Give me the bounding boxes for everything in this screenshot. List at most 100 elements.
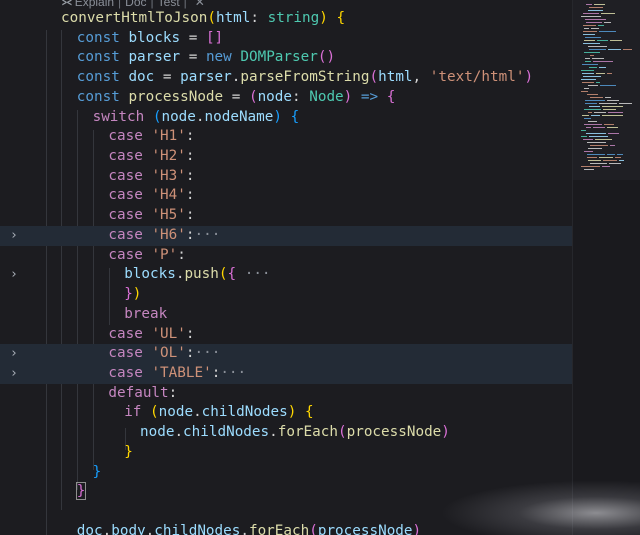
- folded-ellipsis[interactable]: ···: [236, 266, 271, 282]
- code-line[interactable]: case 'P':: [0, 246, 572, 266]
- minimap-line: [585, 100, 605, 101]
- folded-ellipsis[interactable]: ···: [194, 345, 220, 361]
- code-token: {: [227, 266, 237, 283]
- code-token: =: [154, 69, 181, 86]
- code-line[interactable]: › case 'TABLE':···: [0, 363, 572, 384]
- fold-chevron-icon[interactable]: ›: [10, 226, 22, 246]
- code-token: ): [319, 10, 328, 26]
- minimap-line: [619, 103, 632, 104]
- code-area[interactable]: convertHtmlToJson(html: string) {const b…: [0, 0, 572, 535]
- code-line[interactable]: › case 'H6':···: [0, 225, 572, 246]
- minimap-line: [617, 154, 623, 155]
- code-text: case 'P':: [108, 246, 185, 266]
- code-text: case 'H2':: [108, 147, 194, 167]
- minimap-line: [587, 142, 606, 143]
- minimap-line: [583, 43, 600, 44]
- minimap[interactable]: [572, 0, 640, 535]
- minimap-line: [582, 73, 594, 74]
- code-token: processNode: [128, 88, 224, 105]
- code-line[interactable]: case 'H4':: [0, 186, 572, 206]
- code-token: :: [292, 88, 310, 105]
- code-line[interactable]: case 'H2':: [0, 147, 572, 167]
- code-token: forEach: [277, 424, 338, 441]
- minimap-line: [605, 97, 611, 98]
- code-token: html: [215, 10, 251, 26]
- minimap-line: [581, 91, 588, 92]
- code-line[interactable]: case 'H3':: [0, 167, 572, 187]
- code-token: 'UL': [151, 325, 186, 342]
- minimap-line: [584, 124, 602, 125]
- minimap-line: [595, 139, 612, 140]
- code-line[interactable]: }: [0, 463, 572, 483]
- minimap-line: [590, 163, 607, 164]
- code-token: 'text/html': [429, 69, 525, 86]
- code-line[interactable]: break: [0, 305, 572, 325]
- code-line[interactable]: }): [0, 285, 572, 305]
- codelens-doc-link[interactable]: Doc: [125, 0, 146, 9]
- minimap-line: [599, 31, 616, 32]
- code-line[interactable]: case 'UL':: [0, 325, 572, 345]
- code-text: default:: [108, 384, 177, 404]
- code-line[interactable]: doc.body.childNodes.forEach(processNode): [0, 522, 572, 535]
- minimap-line: [587, 157, 597, 158]
- code-line[interactable]: }: [0, 482, 572, 502]
- fold-chevron-icon[interactable]: ›: [10, 265, 22, 285]
- code-line[interactable]: › blocks.push({ ···: [0, 265, 572, 285]
- fold-chevron-icon[interactable]: ›: [10, 364, 22, 384]
- code-token: =: [180, 49, 206, 66]
- code-token: .: [193, 404, 202, 421]
- minimap-line: [590, 55, 594, 56]
- minimap-line: [585, 19, 606, 20]
- minimap-line: [590, 145, 608, 146]
- code-line[interactable]: › case 'OL':···: [0, 344, 572, 364]
- close-icon[interactable]: ✕: [195, 0, 205, 9]
- code-token: case: [108, 345, 152, 362]
- code-token: 'TABLE': [151, 364, 212, 381]
- code-token: DOMParser: [240, 49, 318, 66]
- code-text: convertHtmlToJson(html: string) {: [61, 9, 345, 29]
- codelens-explain-link[interactable]: Explain: [75, 0, 114, 9]
- code-line[interactable]: const doc = parser.parseFromString(html,…: [0, 68, 572, 88]
- minimap-slider[interactable]: [573, 0, 640, 180]
- minimap-line: [589, 7, 603, 8]
- code-line[interactable]: switch (node.nodeName) {: [0, 108, 572, 128]
- minimap-line: [589, 106, 600, 107]
- minimap-line: [607, 73, 612, 74]
- code-token: }: [92, 463, 102, 480]
- code-text: }): [124, 285, 141, 305]
- code-line[interactable]: convertHtmlToJson(html: string) {: [0, 9, 572, 29]
- folded-ellipsis[interactable]: ···: [194, 227, 220, 243]
- codelens-test-link[interactable]: Test: [158, 0, 180, 9]
- minimap-line: [582, 82, 594, 83]
- code-text: if (node.childNodes) {: [124, 403, 313, 423]
- code-line[interactable]: [0, 502, 572, 522]
- code-text: doc.body.childNodes.forEach(processNode): [77, 522, 421, 535]
- minimap-line: [581, 130, 586, 131]
- code-line[interactable]: default:: [0, 384, 572, 404]
- code-token: const: [76, 29, 129, 46]
- code-line[interactable]: case 'H5':: [0, 206, 572, 226]
- code-line[interactable]: case 'H1':: [0, 127, 572, 147]
- code-editor[interactable]: convertHtmlToJson(html: string) {const b…: [0, 0, 640, 535]
- code-token: :: [168, 384, 178, 401]
- minimap-line: [587, 154, 605, 155]
- code-line[interactable]: const processNode = (node: Node) => {: [0, 88, 572, 108]
- code-line[interactable]: const parser = new DOMParser(): [0, 48, 572, 68]
- code-token: =>: [352, 88, 387, 105]
- code-token: {: [304, 404, 314, 421]
- code-line[interactable]: if (node.childNodes) {: [0, 403, 572, 423]
- fold-chevron-icon[interactable]: ›: [10, 344, 22, 364]
- folded-ellipsis[interactable]: ···: [220, 365, 246, 381]
- code-token: :: [177, 246, 186, 263]
- code-token: break: [124, 305, 168, 322]
- code-line[interactable]: }: [0, 443, 572, 463]
- minimap-line: [583, 139, 593, 140]
- codelens-separator: |: [183, 0, 187, 9]
- minimap-line: [581, 136, 587, 137]
- code-line[interactable]: node.childNodes.forEach(processNode): [0, 423, 572, 443]
- code-token: body: [111, 522, 146, 535]
- code-line[interactable]: const blocks = []: [0, 29, 572, 49]
- code-token: forEach: [248, 522, 310, 535]
- code-token: case: [108, 325, 152, 342]
